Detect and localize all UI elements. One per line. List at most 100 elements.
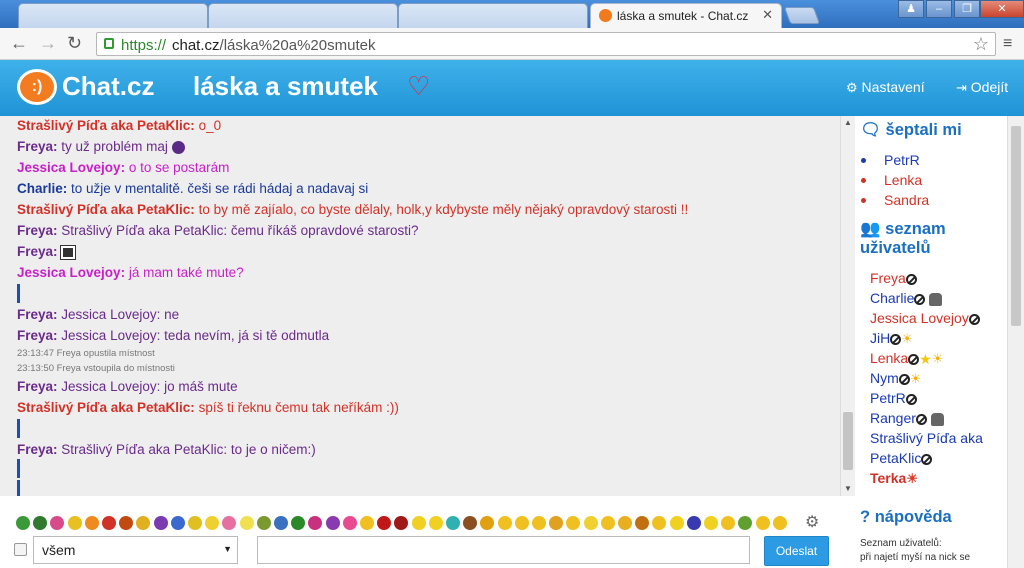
browser-tab[interactable] [18, 3, 208, 28]
message-nick[interactable]: Freya: [17, 307, 58, 322]
blocked-icon[interactable] [914, 293, 926, 305]
forward-arrow-icon[interactable]: → [39, 33, 57, 54]
smiley-emoticon-icon[interactable] [360, 516, 374, 530]
user-item[interactable]: Terka☀ [870, 470, 918, 487]
recipient-select[interactable]: všem ▼ [33, 536, 238, 564]
chat-logo-icon[interactable]: :) [17, 69, 57, 105]
user-item[interactable]: Charlie [870, 290, 943, 306]
smiley-emoticon-icon[interactable] [566, 516, 581, 530]
smiley-emoticon-icon[interactable] [67, 516, 82, 530]
smiley-emoticon-icon[interactable] [222, 516, 237, 530]
address-bar[interactable]: https:// chat.cz/láska%20a%20smutek ☆ [96, 32, 996, 56]
smiley-emoticon-icon[interactable] [583, 516, 598, 530]
smiley-emoticon-icon[interactable] [394, 516, 409, 530]
smiley-emoticon-icon[interactable] [102, 516, 116, 530]
user-icon[interactable]: ♟ [898, 0, 924, 18]
smiley-emoticon-icon[interactable] [652, 516, 667, 530]
scroll-thumb[interactable] [843, 412, 853, 470]
logout-link[interactable]: ⇥ Odejít [956, 79, 1008, 96]
user-item[interactable]: Jessica Lovejoy [870, 310, 980, 326]
message-nick[interactable]: Freya: [17, 379, 58, 394]
back-arrow-icon[interactable]: ← [10, 33, 28, 54]
logo-text[interactable]: Chat.cz [62, 71, 154, 102]
message-nick[interactable]: Strašlivý Píďa aka PetaKlic: [17, 400, 195, 415]
smiley-emoticon-icon[interactable] [738, 516, 753, 530]
settings-link[interactable]: ⚙ Nastavení [846, 79, 925, 96]
smiley-emoticon-icon[interactable] [153, 516, 168, 530]
scroll-up-icon[interactable]: ▲ [844, 118, 852, 127]
smiley-emoticon-icon[interactable] [600, 516, 615, 530]
minimize-button[interactable]: – [926, 0, 952, 18]
emoticon-settings-gear-icon[interactable]: ⚙ [805, 512, 819, 532]
smiley-emoticon-icon[interactable] [755, 516, 770, 530]
chat-scrollbar[interactable]: ▲ ▼ [840, 116, 855, 496]
blocked-icon[interactable] [915, 413, 927, 425]
smiley-emoticon-icon[interactable] [411, 516, 426, 530]
help-heading[interactable]: ? nápověda [860, 508, 952, 527]
reload-icon[interactable]: ↻ [67, 33, 82, 54]
message-nick[interactable]: Freya: [17, 139, 58, 154]
smiley-emoticon-icon[interactable] [704, 516, 718, 530]
browser-tab[interactable] [398, 3, 588, 28]
blocked-icon[interactable] [908, 353, 920, 365]
smiley-emoticon-icon[interactable] [377, 516, 392, 530]
message-nick[interactable]: Freya: [17, 442, 58, 457]
smiley-emoticon-icon[interactable] [188, 516, 202, 530]
smiley-emoticon-icon[interactable] [50, 516, 65, 530]
smiley-emoticon-icon[interactable] [256, 516, 271, 530]
message-nick[interactable]: Strašlivý Píďa aka PetaKlic: [17, 202, 195, 217]
smiley-emoticon-icon[interactable] [84, 516, 99, 530]
smiley-emoticon-icon[interactable] [291, 516, 306, 530]
smiley-emoticon-icon[interactable] [463, 516, 478, 530]
blocked-icon[interactable] [968, 313, 980, 325]
smiley-emoticon-icon[interactable] [514, 516, 529, 530]
private-checkbox[interactable] [14, 543, 27, 556]
smiley-emoticon-icon[interactable] [342, 516, 357, 530]
blocked-icon[interactable] [921, 453, 933, 465]
blocked-icon[interactable] [890, 333, 902, 345]
user-item[interactable]: Lenka ★☀ [870, 350, 943, 368]
window-close-button[interactable]: ✕ [980, 0, 1024, 18]
browser-menu-icon[interactable]: ≡ [1003, 35, 1012, 53]
smiley-emoticon-icon[interactable] [497, 516, 512, 530]
smiley-emoticon-icon[interactable] [549, 516, 564, 530]
whisper-item[interactable]: Lenka [861, 172, 922, 188]
smiley-emoticon-icon[interactable] [532, 516, 546, 530]
message-nick[interactable]: Freya: [17, 244, 58, 259]
smiley-emoticon-icon[interactable] [170, 516, 185, 530]
smiley-emoticon-icon[interactable] [33, 516, 48, 530]
smiley-emoticon-icon[interactable] [205, 516, 220, 530]
sidebar-scrollbar[interactable] [1007, 116, 1024, 568]
smiley-emoticon-icon[interactable] [239, 516, 254, 530]
smiley-emoticon-icon[interactable] [325, 516, 340, 530]
smiley-emoticon-icon[interactable] [16, 516, 30, 530]
user-item[interactable]: PetaKlic [870, 450, 933, 466]
blocked-icon[interactable] [898, 373, 910, 385]
smiley-emoticon-icon[interactable] [721, 516, 736, 530]
new-tab-button[interactable] [783, 7, 821, 24]
whisper-item[interactable]: Sandra [861, 192, 929, 208]
message-nick[interactable]: Strašlivý Píďa aka PetaKlic: [17, 118, 195, 133]
message-nick[interactable]: Freya: [17, 223, 58, 238]
bookmark-star-icon[interactable]: ☆ [973, 34, 989, 55]
close-icon[interactable]: ✕ [762, 7, 773, 23]
user-item[interactable]: Strašlivý Píďa aka [870, 430, 983, 446]
browser-tab-active[interactable]: láska a smutek - Chat.cz ✕ [590, 3, 782, 28]
blocked-icon[interactable] [905, 393, 917, 405]
smiley-emoticon-icon[interactable] [119, 516, 134, 530]
smiley-emoticon-icon[interactable] [428, 516, 443, 530]
user-item[interactable]: JiH ☀ [870, 330, 913, 347]
smiley-emoticon-icon[interactable] [686, 516, 701, 530]
smiley-emoticon-icon[interactable] [136, 516, 151, 530]
blocked-icon[interactable] [905, 273, 917, 285]
smiley-emoticon-icon[interactable] [480, 516, 495, 530]
heart-icon[interactable]: ♡ [407, 71, 430, 102]
message-nick[interactable]: Freya: [17, 328, 58, 343]
smiley-emoticon-icon[interactable] [635, 516, 650, 530]
smiley-emoticon-icon[interactable] [618, 516, 632, 530]
user-item[interactable]: Freya [870, 270, 917, 286]
user-item[interactable]: PetrR [870, 390, 917, 406]
user-item[interactable]: Nym ☀ [870, 370, 921, 387]
message-nick[interactable]: Jessica Lovejoy: [17, 160, 125, 175]
message-input[interactable] [257, 536, 750, 564]
